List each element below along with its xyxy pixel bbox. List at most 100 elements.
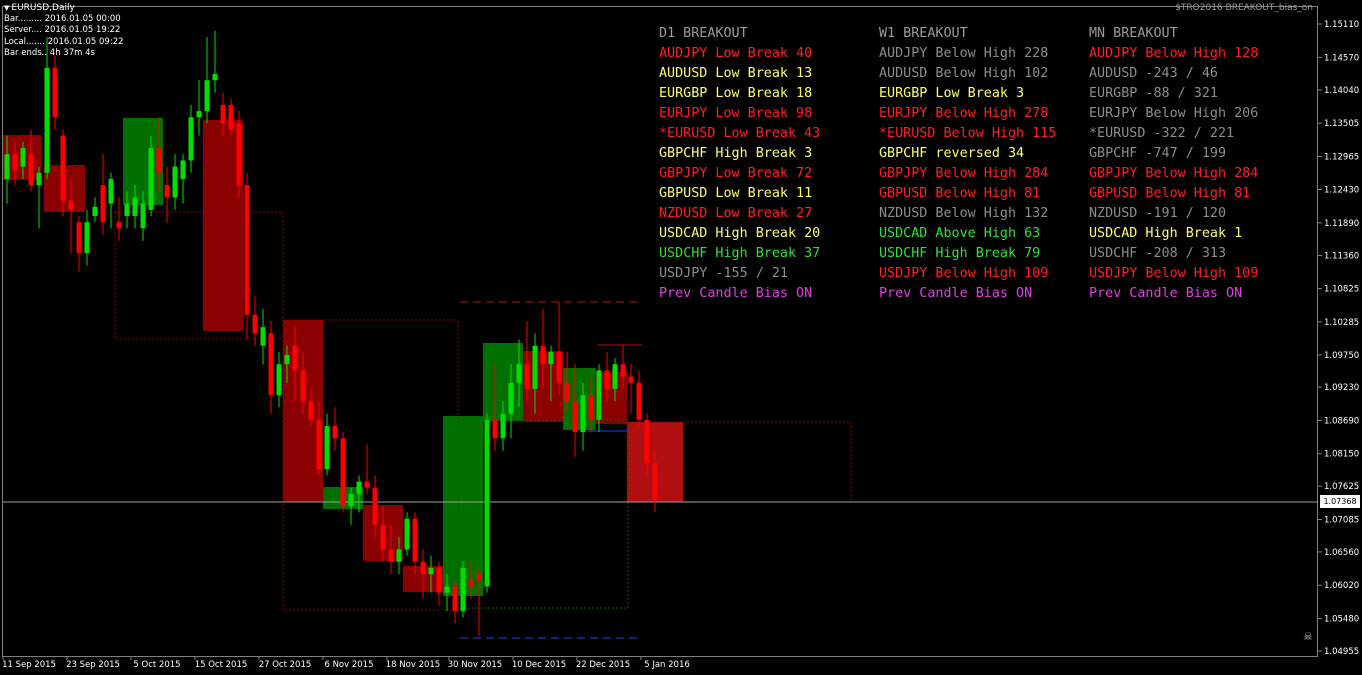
candle-body — [44, 67, 50, 173]
candle-body — [548, 351, 554, 365]
breakout-row: USDJPY Below High 109 — [1089, 266, 1259, 281]
column-header: D1 BREAKOUT — [659, 26, 748, 41]
candle-body — [244, 185, 250, 315]
chart-title[interactable]: ▼ EURUSD,Daily — [4, 3, 124, 14]
candle-body — [12, 154, 18, 170]
candle-body — [468, 580, 474, 587]
candle-body — [580, 395, 586, 433]
breakout-row: GBPJPY Below High 284 — [1089, 166, 1259, 181]
candle-body — [620, 364, 626, 377]
candle-body — [628, 376, 634, 383]
candle-body — [428, 567, 434, 575]
candle-body — [164, 185, 170, 198]
breakout-row: Prev Candle Bias ON — [879, 286, 1033, 301]
candle-body — [588, 395, 594, 420]
time-label: 5 Jan 2016 — [644, 660, 690, 670]
info-bar-ends: Bar ends.. 4h 37m 4s — [4, 47, 95, 58]
candle-body — [276, 364, 282, 396]
dropdown-arrow-icon[interactable]: ▼ — [4, 4, 9, 12]
breakout-row: *EURUSD -322 / 221 — [1089, 126, 1235, 141]
price-axis[interactable]: 1.15110 1.14570 1.14040 1.13505 1.12965 1.124… — [1318, 20, 1359, 657]
candle-body — [436, 567, 442, 593]
time-label: 10 Dec 2015 — [512, 660, 566, 670]
breakout-row: *EURUSD Low Break 43 — [659, 126, 821, 141]
skull-icon: ☠ — [1303, 630, 1313, 643]
candle-body — [484, 419, 490, 587]
candle-body — [516, 364, 522, 383]
candle-body — [212, 74, 218, 81]
candle-body — [332, 425, 338, 439]
candle-body — [508, 382, 514, 414]
candle-body — [420, 561, 426, 575]
breakout-row: USDJPY Below High 109 — [879, 266, 1049, 281]
time-label: 22 Dec 2015 — [576, 660, 630, 670]
candle-body — [444, 586, 450, 593]
candle-body — [284, 354, 290, 365]
info-local: Local....... 2016.01.05 09:22 — [4, 36, 124, 47]
breakout-row: GBPUSD Below High 81 — [879, 186, 1041, 201]
breakout-row: Prev Candle Bias ON — [659, 286, 813, 301]
price-label: 1.07085 — [1324, 515, 1359, 525]
price-label: 1.06020 — [1324, 581, 1359, 591]
info-bar: Bar......... 2016.01.05 00:00 — [4, 14, 121, 25]
candle-body — [116, 222, 122, 229]
candle-body — [292, 345, 298, 371]
candle-body — [28, 154, 34, 186]
price-label: 1.11360 — [1324, 252, 1359, 262]
candle-body — [268, 333, 274, 396]
candle-body — [644, 419, 650, 463]
breakout-row: GBPUSD Low Break 11 — [659, 186, 813, 201]
candle-body — [260, 327, 266, 346]
w1-breakout-column: W1 BREAKOUT AUDJPY Below High 228 AUDUSD B… — [879, 24, 1056, 304]
info-panel: ▼ EURUSD,Daily Bar......... 2016.01.05 00… — [4, 3, 124, 59]
breakout-row: EURGBP Low Break 18 — [659, 86, 813, 101]
price-label: 1.04955 — [1324, 647, 1359, 657]
candle-body — [452, 586, 458, 612]
breakout-row: EURJPY Below High 206 — [1089, 106, 1259, 121]
candle-body — [4, 154, 10, 179]
d1-breakout-column: D1 BREAKOUT AUDJPY Low Break 40 AUDUSD Low… — [659, 24, 820, 304]
breakout-row: AUDJPY Below High 228 — [879, 46, 1049, 61]
candle-body — [556, 351, 562, 383]
candle-body — [140, 203, 146, 229]
candle-body — [500, 413, 506, 439]
breakout-row: AUDJPY Low Break 40 — [659, 46, 813, 61]
candle-body — [636, 382, 642, 420]
breakout-row: AUDJPY Below High 128 — [1089, 46, 1259, 61]
info-server: Server.... 2016.01.05 19:22 — [4, 25, 121, 36]
candle-body — [492, 419, 498, 439]
candle-body — [92, 206, 98, 217]
candle-body — [348, 493, 354, 507]
candle-body — [156, 148, 162, 173]
candle-body — [388, 549, 394, 562]
time-axis[interactable]: 11 Sep 2015 23 Sep 2015 5 Oct 2015 15 Oct 2… — [2, 656, 690, 670]
breakout-row: *EURUSD Below High 115 — [879, 126, 1057, 141]
price-label: 1.05480 — [1324, 615, 1359, 625]
price-label: 1.13505 — [1324, 119, 1359, 129]
time-label: 18 Nov 2015 — [386, 660, 440, 670]
breakout-row: GBPCHF High Break 3 — [659, 146, 813, 161]
current-price-label: 1.07368 — [1320, 495, 1360, 508]
candle-body — [596, 370, 602, 420]
time-label: 15 Oct 2015 — [195, 660, 248, 670]
candle-body — [460, 567, 466, 612]
column-header: W1 BREAKOUT — [879, 26, 968, 41]
time-label: 27 Oct 2015 — [259, 660, 312, 670]
price-label: 1.10825 — [1324, 285, 1359, 295]
time-label: 11 Sep 2015 — [2, 660, 56, 670]
time-label: 30 Nov 2015 — [448, 660, 502, 670]
breakout-row: GBPJPY Below High 284 — [879, 166, 1049, 181]
price-label: 1.15110 — [1324, 20, 1359, 30]
candle-body — [356, 481, 362, 494]
candle-body — [220, 104, 226, 124]
candle-body — [36, 172, 42, 186]
price-label: 1.12965 — [1324, 152, 1359, 162]
candle-body — [404, 518, 410, 550]
candle-body — [540, 345, 546, 365]
candle-body — [340, 438, 346, 507]
breakout-row: NZDUSD -191 / 120 — [1089, 206, 1227, 221]
breakout-row: AUDUSD Below High 102 — [879, 66, 1049, 81]
candle-body — [236, 123, 242, 186]
breakout-row: NZDUSD Below High 132 — [879, 206, 1049, 221]
candle-body — [252, 314, 258, 334]
